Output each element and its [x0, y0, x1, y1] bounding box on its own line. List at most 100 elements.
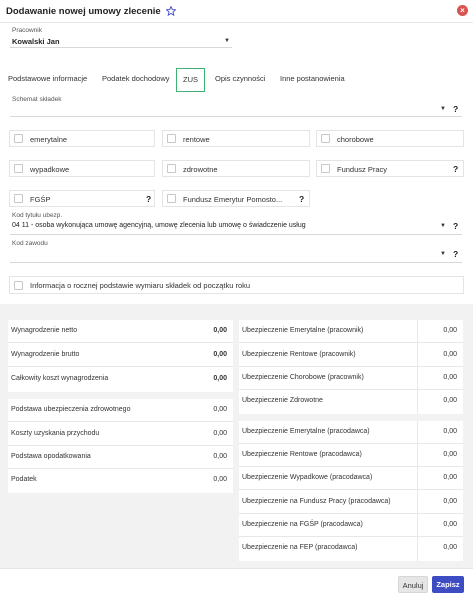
- summary-value: 0,00: [213, 406, 227, 413]
- tab-income-tax[interactable]: Podatek dochodowy: [102, 68, 170, 92]
- summary-row: Podstawa opodatkowania 0,00: [8, 446, 233, 469]
- summary-value: 0,00: [213, 430, 227, 437]
- star-icon[interactable]: [165, 6, 176, 16]
- employee-select[interactable]: Pracownik Kowalski Jan ▼: [10, 24, 232, 48]
- checkbox[interactable]: [14, 134, 23, 143]
- checkbox-chorobowe[interactable]: chorobowe: [316, 130, 464, 147]
- employee-value: Kowalski Jan: [12, 37, 60, 46]
- checkbox[interactable]: [14, 281, 23, 290]
- chevron-down-icon[interactable]: ▼: [440, 251, 446, 257]
- save-button[interactable]: Zapisz: [432, 576, 464, 593]
- summary-row: Ubezpieczenie Rentowe (pracownik) 0,00: [239, 344, 463, 367]
- summary-label: Ubezpieczenie Emerytalne (pracownik): [242, 327, 364, 334]
- summary-value: 0,00: [443, 451, 457, 458]
- checkbox-fundusz-pracy[interactable]: Fundusz Pracy ?: [316, 160, 464, 177]
- insurance-title-code-value: 04 11 - osoba wykonująca umowę agencyjną…: [12, 222, 306, 229]
- summary-label: Całkowity koszt wynagrodzenia: [11, 375, 109, 382]
- checkbox-label: FGŚP: [30, 195, 51, 204]
- checkbox[interactable]: [321, 134, 330, 143]
- title-divider: [0, 22, 473, 23]
- summary-label: Ubezpieczenie na FGŚP (pracodawca): [242, 521, 363, 528]
- checkbox[interactable]: [167, 134, 176, 143]
- checkbox[interactable]: [167, 164, 176, 173]
- insurance-title-code-select[interactable]: Kod tytułu ubezp. 04 11 - osoba wykonują…: [10, 212, 462, 236]
- checkbox[interactable]: [14, 194, 23, 203]
- chevron-down-icon[interactable]: ▼: [224, 38, 230, 44]
- summary-row: Całkowity koszt wynagrodzenia 0,00: [8, 368, 233, 391]
- help-icon[interactable]: ?: [299, 194, 304, 204]
- checkbox-label: Informacja o rocznej podstawie wymiaru s…: [30, 281, 251, 290]
- tab-basic-info[interactable]: Podstawowe informacje: [8, 68, 87, 92]
- summary-label: Koszty uzyskania przychodu: [11, 430, 100, 437]
- summary-row: Ubezpieczenie Chorobowe (pracownik) 0,00: [239, 367, 463, 390]
- summary-value: 0,00: [443, 327, 457, 334]
- summary-label: Ubezpieczenie Chorobowe (pracownik): [242, 374, 364, 381]
- summary-row: Ubezpieczenie Wypadkowe (pracodawca) 0,0…: [239, 467, 463, 490]
- summary-row: Ubezpieczenie na FGŚP (pracodawca) 0,00: [239, 514, 463, 537]
- summary-label: Ubezpieczenie Zdrowotne: [242, 397, 323, 404]
- summary-label: Wynagrodzenie netto: [11, 327, 78, 334]
- summary-row: Ubezpieczenie na FEP (pracodawca) 0,00: [239, 537, 463, 560]
- summary-value: 0,00: [213, 476, 227, 483]
- checkbox-label: Fundusz Pracy: [337, 165, 388, 174]
- window-title: Dodawanie nowej umowy zlecenie: [6, 5, 161, 17]
- checkbox[interactable]: [14, 164, 23, 173]
- summary-value: 0,00: [213, 453, 227, 460]
- summary-value: 0,00: [443, 521, 457, 528]
- summary-right-top: Ubezpieczenie Emerytalne (pracownik) 0,0…: [239, 320, 463, 414]
- summary-label: Wynagrodzenie brutto: [11, 351, 80, 358]
- tab-bar: Podstawowe informacje Podatek dochodowy …: [0, 68, 473, 92]
- occupation-code-select[interactable]: Kod zawodu ▼ ?: [10, 240, 462, 264]
- insurance-title-code-label: Kod tytułu ubezp.: [12, 212, 63, 219]
- checkbox[interactable]: [167, 194, 176, 203]
- schema-select[interactable]: Schemat składek ▼ ?: [10, 96, 462, 118]
- checkbox-label: zdrowotne: [183, 165, 218, 174]
- summary-row: Wynagrodzenie netto 0,00: [8, 320, 233, 343]
- summary-value: 0,00: [443, 498, 457, 505]
- summary-row: Wynagrodzenie brutto 0,00: [8, 344, 233, 367]
- summary-value: 0,00: [443, 544, 457, 551]
- occupation-code-label: Kod zawodu: [12, 240, 48, 247]
- checkbox-wypadkowe[interactable]: wypadkowe: [9, 160, 155, 177]
- summary-value: 0,00: [443, 397, 457, 404]
- checkbox-label: Fundusz Emerytur Pomosto...: [183, 195, 283, 204]
- summary-row: Ubezpieczenie Emerytalne (pracownik) 0,0…: [239, 320, 463, 343]
- summary-row: Koszty uzyskania przychodu 0,00: [8, 423, 233, 446]
- summary-right-bottom: Ubezpieczenie Emerytalne (pracodawca) 0,…: [239, 421, 463, 561]
- help-icon[interactable]: ?: [453, 164, 458, 174]
- checkbox[interactable]: [321, 164, 330, 173]
- close-icon[interactable]: ×: [457, 5, 468, 16]
- summary-row: Ubezpieczenie na Fundusz Pracy (pracodaw…: [239, 491, 463, 514]
- tab-other-provisions[interactable]: Inne postanowienia: [280, 68, 345, 92]
- tab-description[interactable]: Opis czynności: [215, 68, 265, 92]
- help-icon[interactable]: ?: [453, 104, 458, 114]
- checkbox-emerytalne[interactable]: emerytalne: [9, 130, 155, 147]
- checkbox-zdrowotne[interactable]: zdrowotne: [162, 160, 310, 177]
- summary-row: Podatek 0,00: [8, 469, 233, 492]
- checkbox-annual-info[interactable]: Informacja o rocznej podstawie wymiaru s…: [9, 276, 464, 294]
- checkbox-fgsp[interactable]: FGŚP ?: [9, 190, 155, 207]
- checkbox-label: chorobowe: [337, 135, 374, 144]
- checkbox-label: rentowe: [183, 135, 210, 144]
- summary-label: Ubezpieczenie na Fundusz Pracy (pracodaw…: [242, 498, 391, 505]
- checkbox-rentowe[interactable]: rentowe: [162, 130, 310, 147]
- checkbox-fep[interactable]: Fundusz Emerytur Pomosto... ?: [162, 190, 310, 207]
- summary-label: Podatek: [11, 476, 37, 483]
- summary-value: 0,00: [213, 327, 227, 334]
- summary-row: Ubezpieczenie Zdrowotne 0,00: [239, 390, 463, 413]
- schema-label: Schemat składek: [12, 96, 62, 103]
- summary-label: Ubezpieczenie Rentowe (pracownik): [242, 351, 356, 358]
- summary-label: Podstawa ubezpieczenia zdrowotnego: [11, 406, 131, 413]
- tab-zus[interactable]: ZUS: [176, 68, 205, 92]
- summary-value: 0,00: [443, 351, 457, 358]
- help-icon[interactable]: ?: [146, 194, 151, 204]
- help-icon[interactable]: ?: [453, 221, 458, 231]
- cancel-button[interactable]: Anuluj: [398, 576, 428, 593]
- window-titlebar: Dodawanie nowej umowy zlecenie ×: [0, 0, 473, 22]
- summary-label: Podstawa opodatkowania: [11, 453, 91, 460]
- chevron-down-icon[interactable]: ▼: [440, 106, 446, 112]
- chevron-down-icon[interactable]: ▼: [440, 223, 446, 229]
- help-icon[interactable]: ?: [453, 249, 458, 259]
- summary-label: Ubezpieczenie na FEP (pracodawca): [242, 544, 358, 551]
- summary-value: 0,00: [213, 351, 227, 358]
